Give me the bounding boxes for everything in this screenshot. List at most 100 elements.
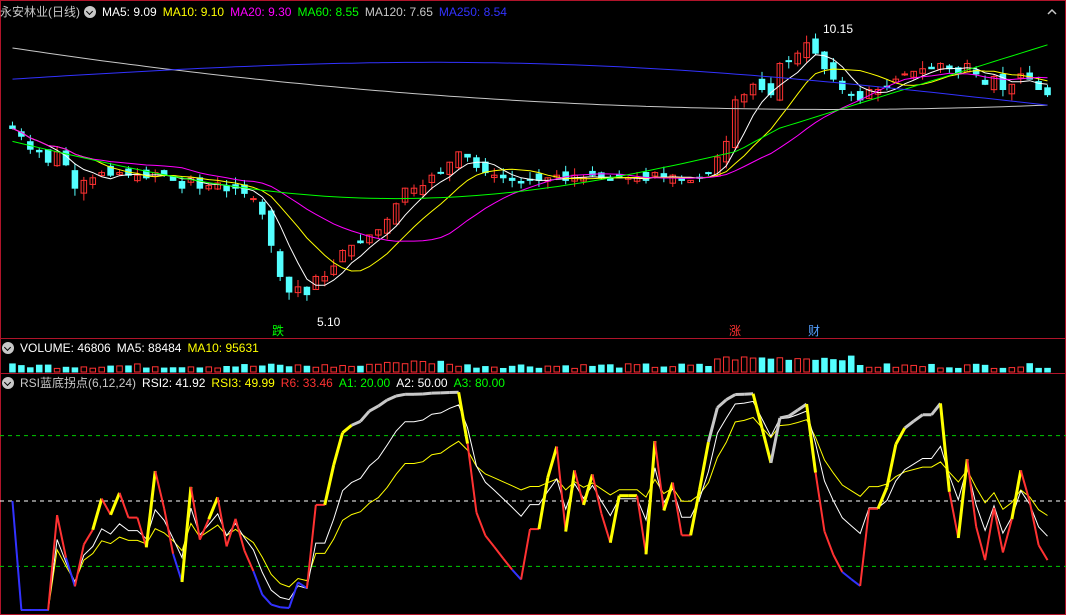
r6-segment — [671, 482, 683, 536]
r6-segment — [564, 470, 577, 532]
volume-bar — [357, 365, 364, 373]
volume-bar — [580, 364, 587, 373]
rsi2-line — [12, 400, 1048, 611]
candle-body — [785, 60, 793, 63]
candle-body — [437, 171, 445, 174]
volume-bar — [972, 363, 980, 373]
r6-segment — [73, 544, 85, 587]
r6-segment — [493, 546, 505, 560]
volume-bar — [107, 365, 114, 373]
volume-bar — [990, 367, 998, 373]
candle-body — [508, 177, 516, 181]
volume-bar — [981, 364, 989, 373]
r6-segment — [65, 557, 76, 587]
volume-bar — [1026, 363, 1033, 373]
r6-segment — [511, 569, 522, 581]
volume-bar — [1044, 367, 1051, 373]
r6-segment — [573, 470, 585, 506]
r6-segment — [662, 482, 675, 511]
rsi-legend: RSI蓝底拐点(6,12,24) RSI2: 41.92 RSI3: 49.99 R6… — [0, 374, 511, 392]
collapse-up-icon[interactable] — [1046, 6, 1058, 18]
r6-segment — [894, 427, 907, 446]
volume-bar — [607, 364, 614, 373]
volume-bar — [740, 356, 748, 373]
volume-bar — [812, 359, 819, 373]
legend-rsi2: RSI2: 41.92 — [142, 376, 206, 390]
r6-segment — [323, 464, 336, 506]
r6-segment — [82, 529, 94, 546]
r6-segment — [769, 417, 782, 464]
volume-bar — [946, 367, 953, 373]
r6-segment — [520, 528, 531, 580]
volume-bar — [303, 365, 311, 373]
volume-bar — [80, 366, 88, 373]
volume-bar — [446, 363, 453, 373]
volume-bar — [169, 367, 177, 373]
volume-bar — [839, 360, 846, 373]
candle-body — [303, 286, 311, 296]
volume-bar — [767, 358, 775, 373]
candle-body — [758, 78, 766, 91]
stock-title[interactable]: 永安林业(日线) — [0, 5, 80, 19]
candle-body — [1044, 87, 1051, 96]
mark-rise[interactable]: 涨 — [729, 322, 741, 339]
stock-chart[interactable] — [0, 0, 1066, 615]
candle-body — [821, 51, 828, 70]
r6-segment — [832, 554, 844, 573]
legend-ma20: MA20: 9.30 — [230, 5, 292, 19]
volume-bar — [205, 366, 213, 373]
r6-segment — [305, 504, 317, 589]
volume-bar — [455, 365, 462, 373]
volume-bar — [53, 367, 61, 373]
chevron-down-icon[interactable] — [84, 6, 96, 18]
volume-bar — [366, 363, 373, 373]
r6-segment — [368, 404, 380, 413]
volume-bar — [35, 364, 43, 373]
legend-r6: R6: 33.46 — [280, 376, 333, 390]
candle-body — [830, 62, 837, 80]
volume-bar — [482, 366, 489, 373]
r6-segment — [975, 526, 987, 561]
volume-bar — [598, 364, 605, 373]
volume-bar — [883, 363, 891, 373]
r6-segment — [591, 474, 603, 514]
legend-a2: A2: 50.00 — [396, 376, 448, 390]
volume-bar — [758, 357, 766, 373]
volume-bar — [669, 366, 677, 373]
legend-rsi3: RSI3: 49.99 — [211, 376, 275, 390]
r6-segment — [118, 492, 130, 518]
r6-segment — [198, 518, 210, 541]
r6-segment — [11, 500, 23, 611]
r6-segment — [582, 473, 594, 506]
mark-fall[interactable]: 跌 — [272, 322, 284, 339]
mark-fin[interactable]: 财 — [808, 322, 820, 339]
annotation-low: 5.10 — [317, 315, 341, 329]
volume-bar — [892, 366, 900, 373]
volume-bar — [785, 359, 793, 373]
volume-bar — [437, 360, 445, 373]
volume-bar — [571, 367, 578, 373]
volume-bar — [375, 363, 382, 373]
candle-body — [678, 177, 685, 181]
volume-bar — [151, 366, 159, 373]
volume-bar — [508, 365, 516, 373]
volume-bar — [134, 363, 141, 373]
volume-bar — [553, 365, 561, 373]
volume-bar — [633, 364, 641, 373]
chevron-down-icon[interactable] — [2, 342, 14, 354]
volume-bar — [624, 363, 632, 373]
volume-bar — [392, 362, 400, 373]
r6-segment — [956, 459, 969, 539]
volume-bar — [642, 363, 650, 373]
candle-body — [847, 93, 855, 96]
volume-bar — [464, 364, 471, 373]
candle-body — [981, 79, 989, 85]
volume-bar — [749, 357, 757, 373]
candle-body — [901, 73, 909, 76]
volume-bar — [544, 365, 552, 373]
r6-segment — [422, 391, 432, 396]
r6-segment — [47, 514, 59, 611]
volume-bar — [937, 367, 944, 373]
r6-segment — [850, 578, 861, 587]
chevron-down-icon[interactable] — [2, 377, 14, 389]
